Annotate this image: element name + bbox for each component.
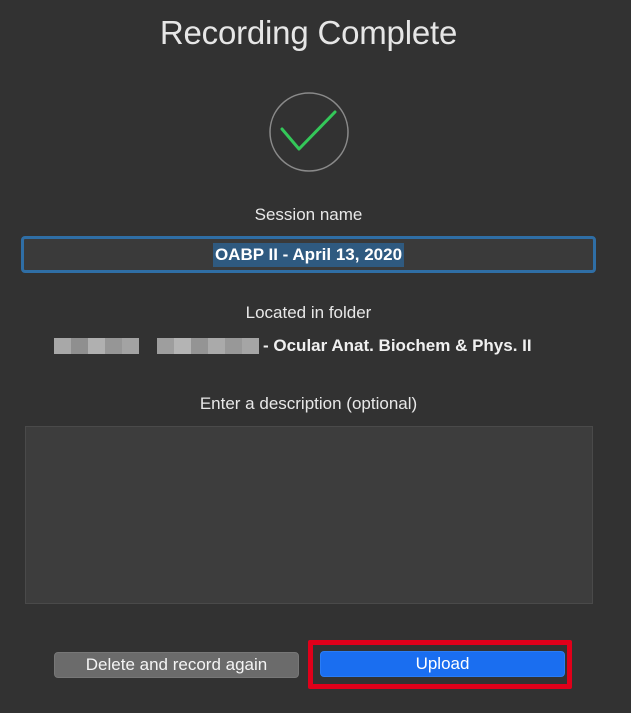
folder-path: - Ocular Anat. Biochem & Phys. II [54, 335, 532, 357]
folder-name: - Ocular Anat. Biochem & Phys. II [263, 336, 532, 355]
session-name-value[interactable]: OABP II - April 13, 2020 [212, 242, 405, 267]
folder-label: Located in folder [245, 303, 372, 322]
delete-and-record-again-button[interactable]: Delete and record again [54, 652, 299, 678]
session-name-field[interactable]: OABP II - April 13, 2020 [21, 236, 596, 273]
redacted-folder-owner [54, 338, 259, 354]
description-input[interactable] [25, 426, 593, 604]
upload-button[interactable]: Upload [320, 651, 565, 677]
checkmark-circle-icon [269, 92, 349, 172]
dialog-title: Recording Complete [159, 14, 458, 51]
session-name-label: Session name [254, 205, 363, 224]
description-label: Enter a description (optional) [199, 394, 418, 413]
